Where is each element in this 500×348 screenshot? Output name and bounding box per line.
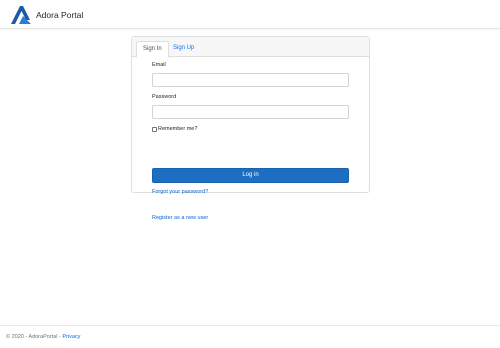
password-field[interactable]	[152, 105, 349, 119]
password-label: Password	[152, 94, 177, 100]
copyright-text: © 2020 - AdoraPortal -	[6, 334, 63, 340]
brand-name: Adora Portal	[36, 9, 84, 20]
card-tabs: Sign In Sign Up	[132, 37, 369, 58]
footer-text: © 2020 - AdoraPortal - Privacy	[6, 334, 80, 340]
footer: © 2020 - AdoraPortal - Privacy	[0, 325, 500, 348]
brand[interactable]: Adora Portal	[10, 4, 83, 26]
remember-me-row: Remember me?	[152, 126, 197, 132]
remember-me-label[interactable]: Remember me?	[158, 126, 197, 132]
forgot-password-link[interactable]: Forgot your password?	[152, 189, 208, 195]
login-card: Sign In Sign Up Email Password Remember …	[131, 36, 370, 221]
email-field[interactable]	[152, 73, 349, 87]
login-button[interactable]: Log in	[152, 168, 349, 183]
top-navbar: Adora Portal	[0, 0, 500, 29]
register-link[interactable]: Register as a new user	[152, 215, 208, 221]
privacy-link[interactable]: Privacy	[62, 334, 80, 340]
tab-sign-in[interactable]: Sign In	[136, 41, 169, 58]
email-label: Email	[152, 62, 166, 68]
remember-me-checkbox[interactable]	[152, 126, 157, 132]
adora-logo-icon	[11, 6, 31, 24]
tab-sign-up[interactable]: Sign Up	[167, 41, 200, 57]
